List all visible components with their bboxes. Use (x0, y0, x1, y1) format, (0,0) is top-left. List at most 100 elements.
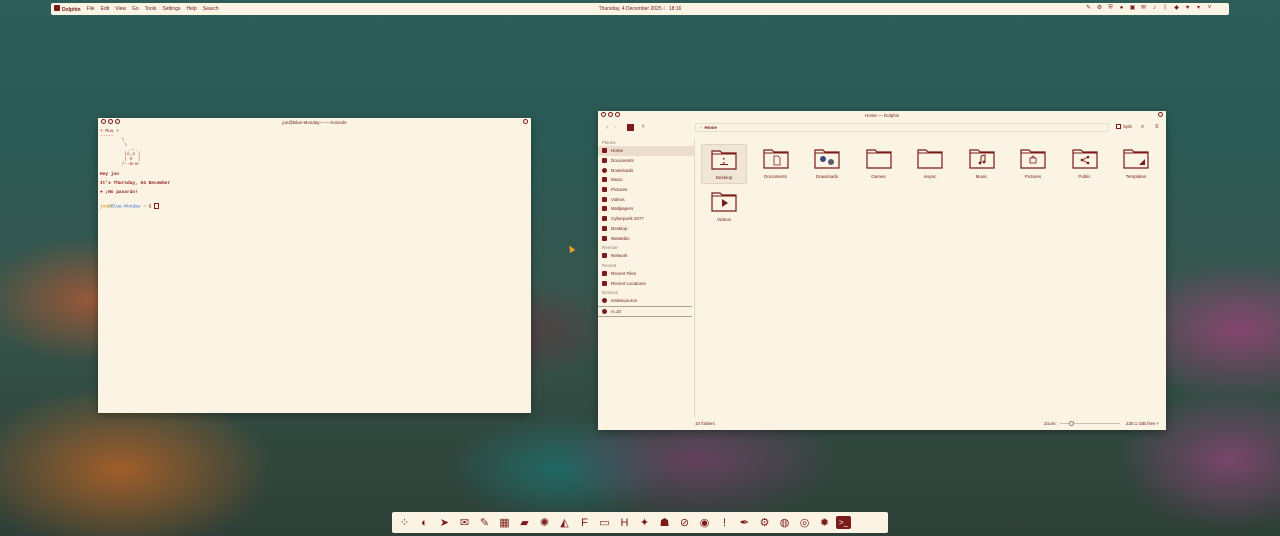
sidebar-item-documents[interactable]: Documents (598, 156, 694, 166)
folder-item[interactable]: Templates (1113, 144, 1159, 184)
breadcrumb-home[interactable]: Home (705, 125, 718, 130)
folder-item[interactable]: Public (1062, 144, 1108, 184)
split-button[interactable]: Split (1116, 124, 1132, 129)
dolphin-titlebar[interactable]: Home — Dolphin (598, 111, 1166, 119)
notes-icon[interactable]: ✎ (476, 514, 493, 531)
zoom-slider[interactable] (1059, 420, 1120, 426)
folder-item[interactable]: insync (907, 144, 953, 184)
view-mode-icon[interactable] (626, 123, 634, 131)
search-icon[interactable]: ⌕ (1141, 124, 1144, 131)
sidebar-item-pictures[interactable]: Pictures (598, 185, 694, 195)
firefox-icon[interactable]: ◐ (416, 514, 433, 531)
settings-icon[interactable]: ⚙ (1096, 5, 1103, 12)
mask-icon[interactable]: ☗ (656, 514, 673, 531)
free-space[interactable]: 230.1 GiB free ˅ (1126, 421, 1159, 426)
section-header: Places (602, 140, 616, 145)
menu-edit[interactable]: Edit (101, 6, 110, 12)
sidebar-item-desktop[interactable]: Desktop (598, 224, 694, 234)
screenshot-icon[interactable]: ▣ (1129, 5, 1136, 12)
sidebar-item-network[interactable]: Network (598, 251, 694, 261)
prompt-path: ~ $ (140, 204, 155, 210)
text-editor-icon[interactable]: F (576, 514, 593, 531)
aperture-icon[interactable]: ✺ (536, 514, 553, 531)
media-icon[interactable]: ▭ (596, 514, 613, 531)
minimize-button[interactable] (108, 119, 113, 124)
menu-file[interactable]: File (87, 6, 95, 12)
maximize-button[interactable] (615, 112, 620, 117)
sidebar-item-videos[interactable]: Videos (598, 194, 694, 204)
files-icon[interactable]: ▰ (516, 514, 533, 531)
folder-item[interactable]: Desktop (701, 144, 747, 184)
folder-item[interactable]: Videos (701, 187, 747, 227)
back-arrow-icon[interactable]: ‹ (606, 124, 608, 131)
system-tray: ✎ ⚙ ⛨ ● ▣ ✉ ♪ ᛒ ◆ ♥ ▾ ˅ (1085, 5, 1213, 12)
close-button[interactable] (101, 119, 106, 124)
pin-button[interactable] (523, 119, 528, 124)
pen-icon[interactable]: ✎ (1085, 5, 1092, 12)
clock[interactable]: Thursday, 4 December 2025 ☾ 18:16 (51, 6, 1229, 12)
sidebar-item-cyberpunk-2077[interactable]: Cyberpunk 2077 (598, 214, 694, 224)
game-icon[interactable]: ✦ (636, 514, 653, 531)
menu-view[interactable]: View (115, 6, 126, 12)
breadcrumb[interactable]: › Home (695, 123, 1109, 132)
sidebar-item-home[interactable]: Home (598, 146, 694, 156)
inkscape-icon[interactable]: ◭ (556, 514, 573, 531)
hex-icon[interactable]: H (616, 514, 633, 531)
mail-app-icon[interactable]: ✉ (456, 514, 473, 531)
terminal-output[interactable]: < Muu > ----- \ \ .--. |o_o | | V | /--m… (98, 126, 531, 212)
menu-settings[interactable]: Settings (162, 6, 180, 12)
mail-icon[interactable]: ✉ (1140, 5, 1147, 12)
menu-tools[interactable]: Tools (145, 6, 157, 12)
launcher-icon[interactable]: ⁘ (396, 514, 413, 531)
chevron-down-icon[interactable]: ˅ (642, 124, 645, 130)
sidebar-item-wastebin[interactable]: Wastebin (598, 233, 694, 243)
prompt[interactable]: jon@Blue-Monday ~ $ (100, 202, 529, 210)
sidebar-item-downloads[interactable]: Downloads (598, 165, 694, 175)
zoom-handle[interactable] (1069, 420, 1075, 426)
konsole-titlebar[interactable]: jon@Blue-Monday:~ — Konsole (98, 118, 531, 126)
folder-icon (602, 206, 607, 212)
vpn-icon[interactable]: ◆ (1173, 5, 1180, 12)
record-icon[interactable]: ● (1118, 5, 1125, 12)
bluetooth-icon[interactable]: ᛒ (1162, 5, 1169, 12)
volume-icon[interactable]: ♪ (1151, 5, 1158, 12)
sidebar-item-wallpapers[interactable]: Wallpapers (598, 204, 694, 214)
steam-icon[interactable]: ⚙ (756, 514, 773, 531)
pin-button[interactable] (1158, 112, 1163, 117)
webcam-icon[interactable]: ◎ (796, 514, 813, 531)
sidebar-item-recent-files[interactable]: Recent Files (598, 269, 694, 279)
folder-item[interactable]: Downloads (804, 144, 850, 184)
sidebar-item-m-10[interactable]: m.10 (598, 307, 692, 318)
calculator-icon[interactable]: ▦ (496, 514, 513, 531)
folder-item[interactable]: Documents (753, 144, 799, 184)
pen-tool-icon[interactable]: ✒ (736, 514, 753, 531)
shield-icon[interactable]: ⛨ (1107, 5, 1114, 12)
folder-item[interactable]: Music (959, 144, 1005, 184)
panel-divider[interactable] (694, 138, 695, 418)
close-button[interactable] (601, 112, 606, 117)
blender-icon[interactable]: ◉ (696, 514, 713, 531)
terminal-icon[interactable]: >_ (836, 516, 851, 529)
maximize-button[interactable] (115, 119, 120, 124)
menu-search[interactable]: Search (203, 6, 219, 12)
obs-icon[interactable]: ◍ (776, 514, 793, 531)
chevron-down-icon[interactable]: ˅ (1206, 5, 1213, 12)
sidebar-item-music[interactable]: Music (598, 175, 694, 185)
app-menu[interactable]: Dolphin (54, 5, 81, 13)
documents-folder-icon (762, 147, 789, 169)
settings-icon[interactable]: ✹ (816, 514, 833, 531)
forward-arrow-icon[interactable]: › (614, 124, 616, 131)
menu-help[interactable]: Help (186, 6, 196, 12)
block-icon[interactable]: ⊘ (676, 514, 693, 531)
telegram-icon[interactable]: ➤ (436, 514, 453, 531)
minimize-button[interactable] (608, 112, 613, 117)
hamburger-menu-icon[interactable]: ≡ (1155, 124, 1159, 130)
sidebar-item-recent-locations[interactable]: Recent Locations (598, 278, 694, 288)
menu-go[interactable]: Go (132, 6, 139, 12)
folder-item[interactable]: Pictures (1010, 144, 1056, 184)
shield-heart-icon[interactable]: ♥ (1184, 5, 1191, 12)
network-icon[interactable]: ▾ (1195, 5, 1202, 12)
sidebar-item-endeavouros[interactable]: endeavouros (598, 296, 692, 307)
folder-item[interactable]: Games (856, 144, 902, 184)
warning-icon[interactable]: ! (716, 514, 733, 531)
